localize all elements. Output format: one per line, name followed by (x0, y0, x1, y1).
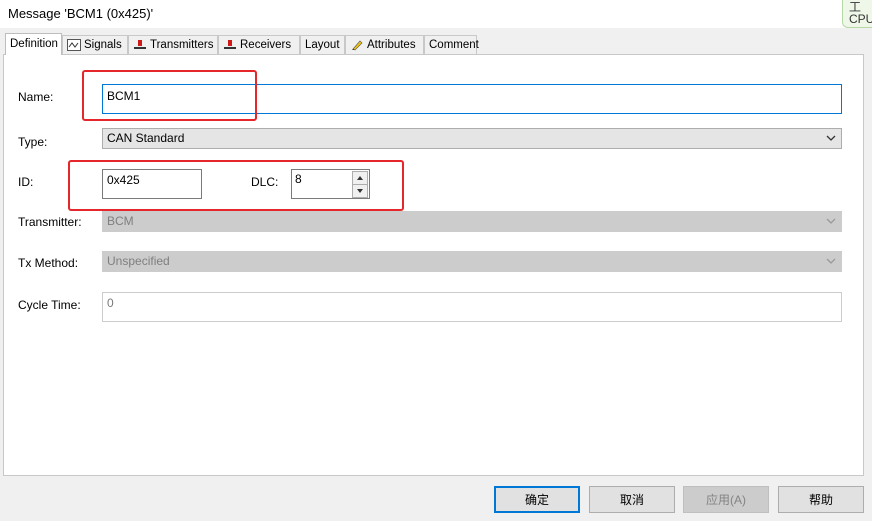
help-button[interactable]: 帮助 (778, 486, 864, 513)
tab-layout-label: Layout (305, 38, 340, 51)
pencil-icon (350, 39, 364, 51)
ok-button[interactable]: 确定 (494, 486, 580, 513)
name-label: Name: (18, 90, 54, 104)
type-select[interactable]: CAN Standard (102, 128, 842, 149)
transmitter-label: Transmitter: (18, 215, 82, 229)
txmethod-value: Unspecified (107, 254, 170, 268)
tab-attributes-label: Attributes (367, 38, 416, 51)
transmitter-select[interactable]: BCM (102, 211, 842, 232)
chevron-down-icon (826, 135, 836, 141)
tab-definition[interactable]: Definition (5, 33, 62, 55)
cycle-time-label: Cycle Time: (18, 298, 81, 312)
type-value: CAN Standard (107, 131, 185, 145)
annotation-box-name (82, 70, 257, 121)
cycle-time-field[interactable]: 0 (102, 292, 842, 322)
tab-signals-label: Signals (84, 38, 122, 51)
annotation-box-id-dlc (68, 160, 404, 211)
tab-comment-label: Comment (429, 38, 479, 51)
tab-layout[interactable]: Layout (300, 35, 345, 54)
corner-widget[interactable]: 工 CPU (842, 0, 872, 28)
apply-button[interactable]: 应用(A) (683, 486, 769, 513)
tab-transmitters[interactable]: Transmitters (128, 35, 218, 54)
txmethod-label: Tx Method: (18, 256, 79, 270)
txmethod-select[interactable]: Unspecified (102, 251, 842, 272)
chevron-down-icon (826, 258, 836, 264)
tab-definition-label: Definition (10, 38, 58, 50)
cycle-time-value: 0 (107, 296, 114, 310)
window-title: Message 'BCM1 (0x425)' (8, 6, 154, 21)
red-node-icon (223, 39, 237, 51)
transmitter-value: BCM (107, 214, 134, 228)
tab-comment[interactable]: Comment (424, 35, 479, 54)
cancel-button[interactable]: 取消 (589, 486, 675, 513)
tab-receivers-label: Receivers (240, 38, 292, 51)
tab-attributes[interactable]: Attributes (345, 35, 424, 54)
id-label: ID: (18, 175, 34, 189)
tab-transmitters-label: Transmitters (150, 38, 214, 51)
red-node-icon (133, 39, 147, 51)
tab-signals[interactable]: Signals (62, 35, 128, 54)
tab-receivers[interactable]: Receivers (218, 35, 300, 54)
chevron-down-icon (826, 218, 836, 224)
type-label: Type: (18, 135, 48, 149)
corner-widget-text: 工 CPU (849, 0, 872, 26)
signal-wave-icon (67, 39, 81, 51)
